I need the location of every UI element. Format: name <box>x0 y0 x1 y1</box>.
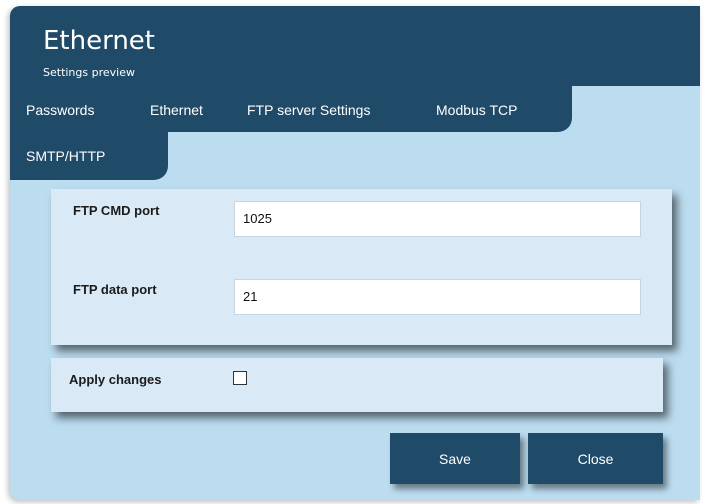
tab-modbus-tcp[interactable]: Modbus TCP <box>436 102 517 118</box>
tab-ftp-server-settings[interactable]: FTP server Settings <box>247 102 370 118</box>
tab-ethernet[interactable]: Ethernet <box>150 102 203 118</box>
page-title: Ethernet <box>43 26 155 56</box>
window-header: Ethernet Settings preview <box>10 6 700 86</box>
close-button[interactable]: Close <box>528 433 663 484</box>
ftp-ports-panel: FTP CMD port 1025 FTP data port 21 <box>51 189 672 345</box>
tab-bar-row-2 <box>10 86 168 180</box>
apply-changes-checkbox[interactable] <box>233 371 247 385</box>
ftp-data-port-label: FTP data port <box>73 282 157 297</box>
page-subtitle: Settings preview <box>43 66 135 79</box>
tab-passwords[interactable]: Passwords <box>26 102 94 118</box>
ftp-cmd-port-label: FTP CMD port <box>73 203 160 218</box>
tab-smtp-http[interactable]: SMTP/HTTP <box>26 148 105 164</box>
apply-changes-panel: Apply changes <box>51 358 663 412</box>
ftp-data-port-input[interactable]: 21 <box>234 279 641 315</box>
apply-changes-label: Apply changes <box>69 372 162 387</box>
settings-window: Ethernet Settings preview Passwords Ethe… <box>10 6 700 500</box>
save-button[interactable]: Save <box>390 433 520 484</box>
ftp-cmd-port-input[interactable]: 1025 <box>234 201 641 237</box>
